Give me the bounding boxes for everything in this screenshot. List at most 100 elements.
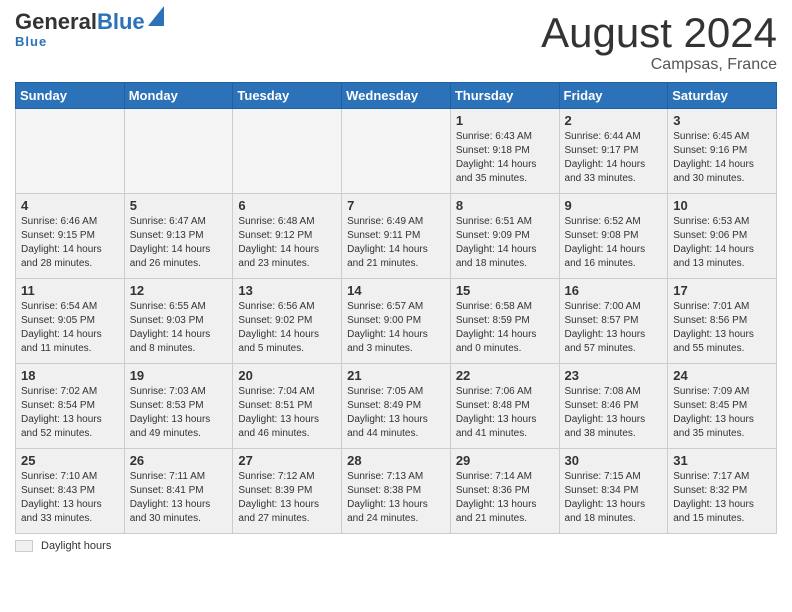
day-number: 13: [238, 283, 336, 298]
day-number: 28: [347, 453, 445, 468]
day-number: 29: [456, 453, 554, 468]
day-number: 19: [130, 368, 228, 383]
day-info: Sunrise: 7:11 AMSunset: 8:41 PMDaylight:…: [130, 470, 228, 526]
table-row: 6 Sunrise: 6:48 AMSunset: 9:12 PMDaylight…: [233, 194, 342, 279]
day-number: 11: [21, 283, 119, 298]
table-row: 1Sunrise: 6:43 AMSunset: 9:18 PMDaylight…: [450, 109, 559, 194]
calendar-week-row: 1Sunrise: 6:43 AMSunset: 9:18 PMDaylight…: [16, 109, 777, 194]
day-info: Sunrise: 7:06 AMSunset: 8:48 PMDaylight:…: [456, 385, 554, 441]
day-number: 26: [130, 453, 228, 468]
table-row: [233, 109, 342, 194]
day-number: 25: [21, 453, 119, 468]
day-info: Sunrise: 6:57 AMSunset: 9:00 PMDaylight:…: [347, 300, 445, 356]
day-number: 4: [21, 198, 119, 213]
table-row: 10 Sunrise: 6:53 AMSunset: 9:06 PMDayligh…: [668, 194, 777, 279]
day-number: 23: [565, 368, 663, 383]
col-wednesday: Wednesday: [342, 83, 451, 109]
logo: GeneralBlue Blue: [15, 10, 164, 49]
day-info: Sunrise: 6:53 AMSunset: 9:06 PMDaylight:…: [673, 215, 771, 271]
day-info: Sunrise: 6:47 AMSunset: 9:13 PMDaylight:…: [130, 215, 228, 271]
title-block: August 2024 Campsas, France: [541, 10, 777, 74]
day-info: Sunrise: 7:05 AMSunset: 8:49 PMDaylight:…: [347, 385, 445, 441]
day-info: Sunrise: 6:55 AMSunset: 9:03 PMDaylight:…: [130, 300, 228, 356]
page-title: August 2024: [541, 10, 777, 56]
table-row: 28 Sunrise: 7:13 AMSunset: 8:38 PMDayligh…: [342, 449, 451, 534]
day-info: Sunrise: 6:54 AMSunset: 9:05 PMDaylight:…: [21, 300, 119, 356]
page-container: GeneralBlue Blue August 2024 Campsas, Fr…: [0, 0, 792, 567]
calendar-week-row: 18Sunrise: 7:02 AMSunset: 8:54 PMDayligh…: [16, 364, 777, 449]
logo-text: GeneralBlue: [15, 10, 145, 34]
day-info: Sunrise: 7:00 AMSunset: 8:57 PMDaylight:…: [565, 300, 663, 356]
day-info: Sunrise: 7:01 AMSunset: 8:56 PMDaylight:…: [673, 300, 771, 356]
col-saturday: Saturday: [668, 83, 777, 109]
logo-general: General: [15, 9, 97, 34]
table-row: 7 Sunrise: 6:49 AMSunset: 9:11 PMDaylight…: [342, 194, 451, 279]
day-number: 1: [456, 113, 554, 128]
table-row: 11 Sunrise: 6:54 AMSunset: 9:05 PMDayligh…: [16, 279, 125, 364]
day-number: 3: [673, 113, 771, 128]
day-info: Sunrise: 7:15 AMSunset: 8:34 PMDaylight:…: [565, 470, 663, 526]
col-friday: Friday: [559, 83, 668, 109]
day-info: Sunrise: 7:02 AMSunset: 8:54 PMDaylight:…: [21, 385, 119, 441]
day-number: 8: [456, 198, 554, 213]
table-row: 17Sunrise: 7:01 AMSunset: 8:56 PMDayligh…: [668, 279, 777, 364]
day-number: 31: [673, 453, 771, 468]
day-number: 9: [565, 198, 663, 213]
table-row: 4 Sunrise: 6:46 AMSunset: 9:15 PMDaylight…: [16, 194, 125, 279]
day-number: 27: [238, 453, 336, 468]
day-number: 7: [347, 198, 445, 213]
table-row: 25Sunrise: 7:10 AMSunset: 8:43 PMDayligh…: [16, 449, 125, 534]
day-info: Sunrise: 7:04 AMSunset: 8:51 PMDaylight:…: [238, 385, 336, 441]
day-info: Sunrise: 7:17 AMSunset: 8:32 PMDaylight:…: [673, 470, 771, 526]
table-row: 13Sunrise: 6:56 AMSunset: 9:02 PMDayligh…: [233, 279, 342, 364]
table-row: 26 Sunrise: 7:11 AMSunset: 8:41 PMDayligh…: [124, 449, 233, 534]
day-info: Sunrise: 6:48 AMSunset: 9:12 PMDaylight:…: [238, 215, 336, 271]
day-number: 20: [238, 368, 336, 383]
table-row: 2 Sunrise: 6:44 AMSunset: 9:17 PMDaylight…: [559, 109, 668, 194]
table-row: 3Sunrise: 6:45 AMSunset: 9:16 PMDaylight…: [668, 109, 777, 194]
table-row: 20 Sunrise: 7:04 AMSunset: 8:51 PMDayligh…: [233, 364, 342, 449]
shaded-box-icon: [15, 540, 33, 552]
calendar-footer: Daylight hours: [15, 540, 777, 552]
table-row: 16 Sunrise: 7:00 AMSunset: 8:57 PMDayligh…: [559, 279, 668, 364]
calendar-header-row: Sunday Monday Tuesday Wednesday Thursday…: [16, 83, 777, 109]
day-info: Sunrise: 7:08 AMSunset: 8:46 PMDaylight:…: [565, 385, 663, 441]
logo-sub: Blue: [15, 34, 47, 49]
day-number: 22: [456, 368, 554, 383]
day-number: 10: [673, 198, 771, 213]
day-number: 5: [130, 198, 228, 213]
table-row: [16, 109, 125, 194]
day-info: Sunrise: 6:51 AMSunset: 9:09 PMDaylight:…: [456, 215, 554, 271]
day-number: 12: [130, 283, 228, 298]
day-info: Sunrise: 6:58 AMSunset: 8:59 PMDaylight:…: [456, 300, 554, 356]
calendar-week-row: 25Sunrise: 7:10 AMSunset: 8:43 PMDayligh…: [16, 449, 777, 534]
col-sunday: Sunday: [16, 83, 125, 109]
day-info: Sunrise: 7:13 AMSunset: 8:38 PMDaylight:…: [347, 470, 445, 526]
day-number: 15: [456, 283, 554, 298]
logo-blue: Blue: [97, 9, 145, 34]
page-header: GeneralBlue Blue August 2024 Campsas, Fr…: [15, 10, 777, 74]
day-info: Sunrise: 6:46 AMSunset: 9:15 PMDaylight:…: [21, 215, 119, 271]
day-info: Sunrise: 6:49 AMSunset: 9:11 PMDaylight:…: [347, 215, 445, 271]
day-info: Sunrise: 6:44 AMSunset: 9:17 PMDaylight:…: [565, 130, 663, 186]
calendar-week-row: 11 Sunrise: 6:54 AMSunset: 9:05 PMDayligh…: [16, 279, 777, 364]
col-thursday: Thursday: [450, 83, 559, 109]
logo-icon: [148, 6, 164, 26]
day-number: 6: [238, 198, 336, 213]
table-row: [124, 109, 233, 194]
table-row: 14Sunrise: 6:57 AMSunset: 9:00 PMDayligh…: [342, 279, 451, 364]
table-row: 29 Sunrise: 7:14 AMSunset: 8:36 PMDayligh…: [450, 449, 559, 534]
day-info: Sunrise: 6:52 AMSunset: 9:08 PMDaylight:…: [565, 215, 663, 271]
table-row: 31 Sunrise: 7:17 AMSunset: 8:32 PMDayligh…: [668, 449, 777, 534]
table-row: 15 Sunrise: 6:58 AMSunset: 8:59 PMDayligh…: [450, 279, 559, 364]
day-number: 2: [565, 113, 663, 128]
table-row: 23 Sunrise: 7:08 AMSunset: 8:46 PMDayligh…: [559, 364, 668, 449]
table-row: 12 Sunrise: 6:55 AMSunset: 9:03 PMDayligh…: [124, 279, 233, 364]
day-number: 30: [565, 453, 663, 468]
col-monday: Monday: [124, 83, 233, 109]
day-info: Sunrise: 7:12 AMSunset: 8:39 PMDaylight:…: [238, 470, 336, 526]
day-info: Sunrise: 7:14 AMSunset: 8:36 PMDaylight:…: [456, 470, 554, 526]
day-number: 16: [565, 283, 663, 298]
table-row: [342, 109, 451, 194]
footer-label: Daylight hours: [41, 540, 111, 552]
